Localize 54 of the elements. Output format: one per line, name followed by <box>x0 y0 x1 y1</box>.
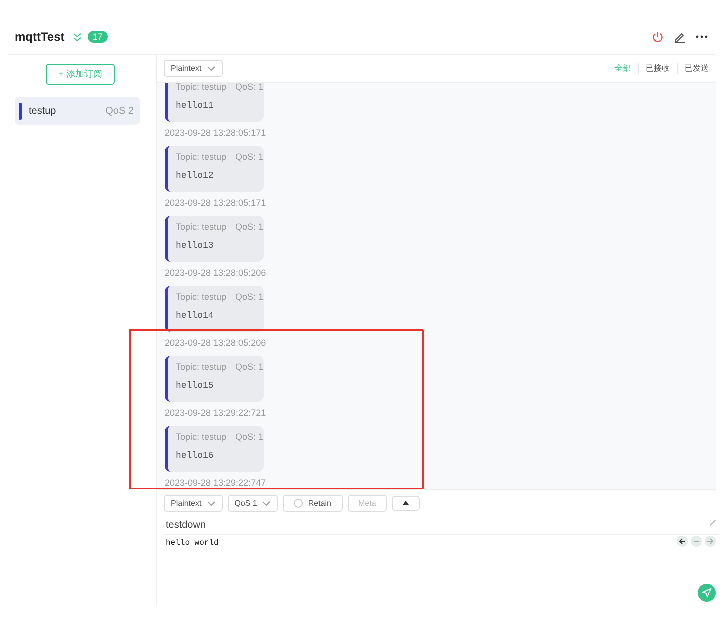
message-time: 2023-09-28 13:28:05:171 <box>165 127 266 140</box>
send-button[interactable] <box>698 584 716 602</box>
format-dropdown[interactable]: Plaintext <box>164 60 223 77</box>
qos-dropdown[interactable]: QoS 1 <box>228 495 278 512</box>
double-chevron-icon[interactable] <box>72 32 82 42</box>
resize-icon[interactable] <box>710 520 716 526</box>
message-payload: hello13 <box>176 241 215 251</box>
message-payload: hello12 <box>176 171 215 181</box>
message-time: 2023-09-28 13:28:05:206 <box>165 267 266 280</box>
more-icon[interactable] <box>696 35 708 39</box>
filter-tab[interactable]: 已接收 <box>638 63 677 74</box>
chevron-down-icon <box>262 500 272 506</box>
message-topic: Topic: testup <box>176 292 227 302</box>
message-topic: Topic: testup <box>176 432 227 442</box>
message-payload: hello15 <box>176 381 215 391</box>
message-qos: QoS: 1 <box>236 222 264 232</box>
connection-title: mqttTest <box>15 30 65 44</box>
message-time: 2023-09-28 13:29:22:721 <box>165 407 266 420</box>
filter-tab[interactable]: 已发送 <box>677 63 716 74</box>
subscription-item[interactable]: testup QoS 2 <box>15 97 140 125</box>
message-time: 2023-09-28 13:29:22:747 <box>165 477 266 489</box>
forward-button[interactable] <box>705 536 716 547</box>
message-time: 2023-09-28 13:28:05:171 <box>165 197 266 210</box>
subscription-topic: testup <box>29 106 56 116</box>
minus-icon <box>693 538 700 545</box>
retain-checkbox[interactable]: Retain <box>283 495 342 512</box>
subscription-qos: QoS 2 <box>106 106 134 116</box>
message-qos: QoS: 1 <box>236 292 264 302</box>
payload-input[interactable]: hello world <box>164 537 468 550</box>
message-time: 2023-09-28 13:28:05:206 <box>165 337 266 350</box>
message-qos: QoS: 1 <box>236 362 264 372</box>
message-payload: hello11 <box>176 101 215 111</box>
message-payload: hello16 <box>176 451 215 461</box>
send-icon <box>702 588 712 598</box>
topic-input[interactable]: testdown <box>164 518 719 535</box>
chevron-down-icon <box>206 500 216 506</box>
message-qos: QoS: 1 <box>236 83 264 92</box>
back-button[interactable] <box>677 536 688 547</box>
power-icon[interactable] <box>652 31 664 43</box>
count-badge: 17 <box>88 31 108 43</box>
message-payload: hello14 <box>176 311 215 321</box>
arrow-right-icon <box>707 538 714 545</box>
chevron-down-icon <box>206 66 216 72</box>
expand-button[interactable] <box>392 496 420 511</box>
pen-icon[interactable] <box>674 31 686 43</box>
message-topic: Topic: testup <box>176 222 227 232</box>
arrow-left-icon <box>679 538 686 545</box>
message-topic: Topic: testup <box>176 152 227 162</box>
format-dropdown[interactable]: Plaintext <box>164 495 223 512</box>
caret-up-icon <box>403 501 410 505</box>
message-topic: Topic: testup <box>176 83 227 92</box>
message-topic: Topic: testup <box>176 362 227 372</box>
message-qos: QoS: 1 <box>236 152 264 162</box>
message-qos: QoS: 1 <box>236 432 264 442</box>
